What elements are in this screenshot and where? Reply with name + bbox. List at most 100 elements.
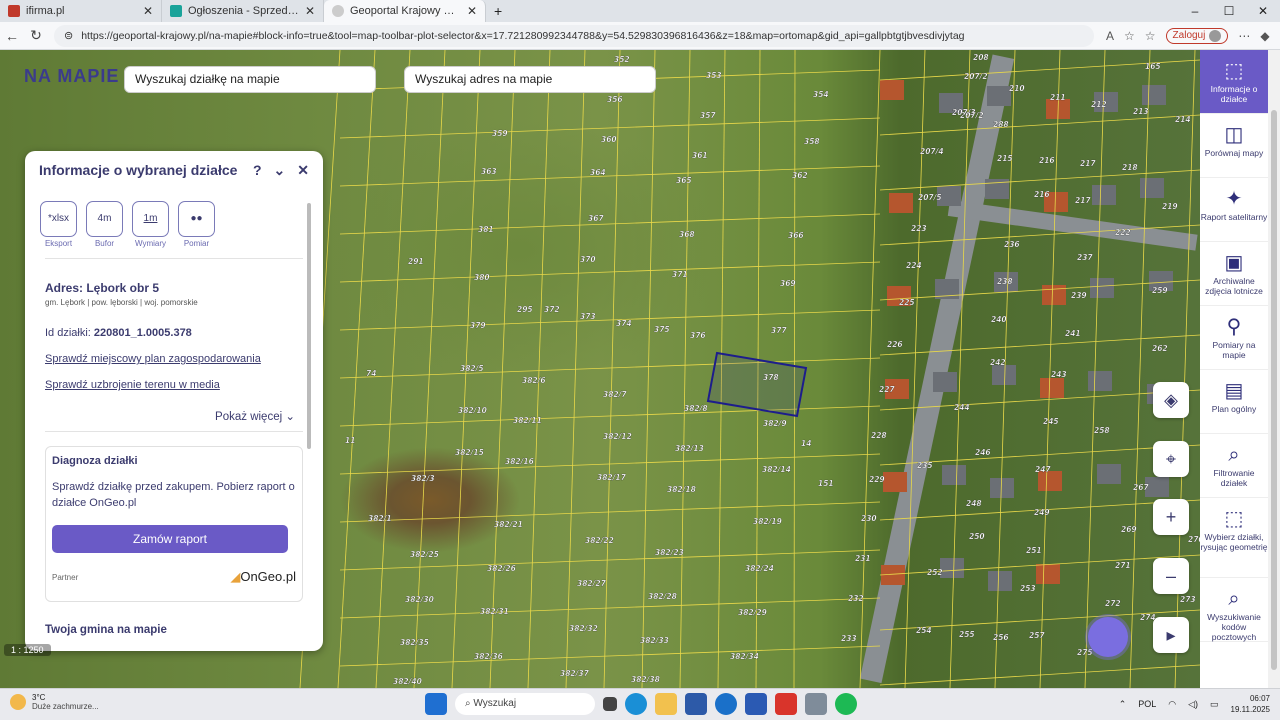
plot-number-label: 244 [954, 403, 970, 412]
whiteboard-icon[interactable] [745, 693, 767, 715]
tab-ifirma[interactable]: ifirma.pl ✕ [0, 0, 162, 22]
chevron-down-icon[interactable]: ⌄ [274, 162, 286, 179]
geoportal-favicon [332, 5, 344, 17]
diagnosis-text: Sprawdź działkę przed zakupem. Pobierz r… [52, 481, 295, 509]
collections-icon[interactable]: ☆ [1145, 29, 1156, 43]
url-field[interactable]: ⊜ https://geoportal-krajowy.pl/na-mapie#… [54, 24, 1094, 47]
plot-number-label: 295 [517, 305, 533, 314]
scrollbar-thumb[interactable] [1271, 110, 1277, 670]
plot-number-label: 365 [676, 176, 692, 185]
plot-number-label: 248 [966, 499, 982, 508]
plot-number-label: 382/6 [522, 376, 546, 385]
compare-maps-tool[interactable]: ◫ Porównaj mapy [1200, 114, 1268, 178]
lang-indicator[interactable]: POL [1138, 699, 1156, 709]
chevron-up-icon[interactable]: ⌃ [1119, 699, 1127, 710]
zoom-in-button[interactable]: + [1153, 499, 1189, 535]
house-roof [1042, 285, 1066, 305]
read-aloud-icon[interactable]: A [1106, 29, 1114, 43]
close-icon[interactable]: ✕ [297, 162, 309, 179]
general-plan-tool[interactable]: ▤ Plan ogólny [1200, 370, 1268, 434]
back-icon[interactable]: ← [0, 28, 24, 44]
plot-number-label: 382/33 [640, 636, 669, 645]
zoom-out-button[interactable]: – [1153, 558, 1189, 594]
more-icon[interactable]: ⋯ [1238, 29, 1250, 43]
tab-geoportal[interactable]: Geoportal Krajowy mapy i inform ✕ [324, 0, 486, 22]
plot-number-label: 273 [1180, 595, 1196, 604]
tab-ogloszenia[interactable]: Ogłoszenia - Sprzedam, kupię na ✕ [162, 0, 324, 22]
tool-label: Wybierz działki, rysując geometrię [1200, 532, 1268, 552]
archive-photos-tool[interactable]: ▣ Archiwalne zdjęcia lotnicze [1200, 242, 1268, 306]
measurements-tool[interactable]: ⚲ Pomiary na mapie [1200, 306, 1268, 370]
task-view-icon[interactable] [603, 697, 617, 711]
selected-plot-outline[interactable] [706, 351, 808, 418]
measure-tool[interactable]: ●● Pomiar [178, 201, 215, 248]
plot-number-label: 382/9 [763, 419, 787, 428]
favorite-icon[interactable]: ☆ [1124, 29, 1135, 43]
minimize-icon[interactable]: – [1178, 0, 1212, 22]
plot-number-label: 382/11 [513, 416, 542, 425]
plot-search-input[interactable]: Wyszukaj działkę na mapie [124, 66, 376, 93]
expand-button[interactable]: ▸ [1153, 617, 1189, 653]
app-icon[interactable] [715, 693, 737, 715]
wifi-icon[interactable]: ◠ [1168, 699, 1176, 710]
satellite-report-tool[interactable]: ✦ Raport satelitarny [1200, 178, 1268, 242]
spotify-icon[interactable] [835, 693, 857, 715]
maximize-icon[interactable]: ☐ [1212, 0, 1246, 22]
new-tab-icon[interactable]: + [486, 0, 510, 22]
copilot-icon[interactable]: ◆ [1260, 29, 1269, 43]
page-scrollbar[interactable] [1268, 50, 1280, 688]
buffer-tool[interactable]: 4m Bufor [86, 201, 123, 248]
zoning-plan-link[interactable]: Sprawdź miejscowy plan zagospodarowania [25, 339, 323, 365]
plot-number-label: 382/35 [400, 638, 429, 647]
clock[interactable]: 06:07 19.11.2025 [1231, 693, 1270, 715]
locate-button[interactable]: ⌖ [1153, 441, 1189, 477]
windows-start-icon[interactable] [425, 693, 447, 715]
plot-number-label: 382/36 [474, 652, 503, 661]
postal-codes-tool[interactable]: ⌕ Wyszukiwanie kodów pocztowych [1200, 578, 1268, 642]
plot-id-value: 220801_1.0005.378 [93, 327, 192, 339]
plot-number-label: 252 [927, 568, 943, 577]
taskbar-search[interactable]: ⌕ Wyszukaj [455, 693, 595, 715]
plot-number-label: 353 [706, 71, 722, 80]
close-window-icon[interactable]: ✕ [1246, 0, 1280, 22]
plot-number-label: 370 [580, 255, 596, 264]
close-tab-icon[interactable]: ✕ [143, 4, 153, 18]
browser-actions: A ☆ ☆ Zaloguj ⋯ ◆ [1106, 27, 1270, 44]
show-more-button[interactable]: Pokaż więcej ⌄ [25, 391, 323, 423]
plot-info-tool[interactable]: ⬚ Informacje o działce [1200, 50, 1268, 114]
order-report-button[interactable]: Zamów raport [52, 525, 288, 553]
close-tab-icon[interactable]: ✕ [305, 4, 315, 18]
battery-icon[interactable]: ▭ [1210, 699, 1219, 710]
address-subline: gm. Lębork | pow. lęborski | woj. pomors… [45, 298, 198, 307]
weather-widget[interactable]: 3°C Duże zachmurze... [10, 693, 99, 711]
plot-number-label: 382/28 [648, 592, 677, 601]
dimensions-tool[interactable]: 1m Wymiary [132, 201, 169, 248]
store-icon[interactable] [685, 693, 707, 715]
ongeo-logo[interactable]: ◢OnGeo.pl [230, 569, 296, 585]
compare-icon: ◫ [1224, 124, 1244, 146]
chat-bubble-button[interactable] [1088, 617, 1128, 657]
plot-number-label: 262 [1152, 344, 1168, 353]
utilities-link[interactable]: Sprawdź uzbrojenie terenu w media [25, 365, 323, 391]
help-icon[interactable]: ? [253, 162, 262, 178]
calculator-icon[interactable] [805, 693, 827, 715]
export-tool[interactable]: *xlsx Eksport [40, 201, 77, 248]
parcel-boundary [375, 50, 411, 688]
reload-icon[interactable]: ↻ [24, 27, 48, 44]
address-search-input[interactable]: Wyszukaj adres na mapie [404, 66, 656, 93]
plot-number-label: 217 [1075, 196, 1091, 205]
tool-label: Filtrowanie działek [1213, 468, 1255, 488]
plot-number-label: 375 [654, 325, 670, 334]
draw-select-tool[interactable]: ⬚ Wybierz działki, rysując geometrię [1200, 498, 1268, 578]
close-tab-icon[interactable]: ✕ [467, 4, 477, 18]
volume-icon[interactable]: ◁) [1188, 699, 1198, 710]
layers-button[interactable]: ◈ [1153, 382, 1189, 418]
wps-icon[interactable] [775, 693, 797, 715]
login-button[interactable]: Zaloguj [1165, 27, 1229, 44]
panel-scrollbar[interactable] [307, 203, 311, 449]
house-roof [992, 365, 1016, 385]
site-info-icon[interactable]: ⊜ [64, 29, 73, 42]
filter-plots-tool[interactable]: ⌕ Filtrowanie działek [1200, 434, 1268, 498]
file-explorer-icon[interactable] [655, 693, 677, 715]
edge-icon[interactable] [625, 693, 647, 715]
